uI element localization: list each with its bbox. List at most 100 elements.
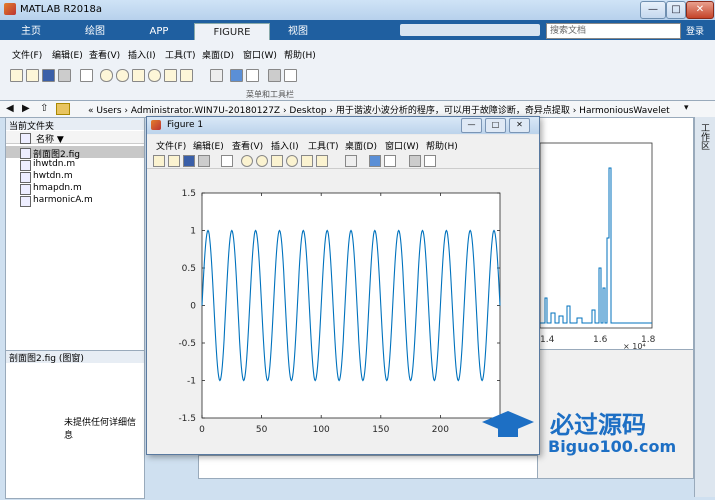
maximize-button[interactable]: □ xyxy=(666,1,686,19)
x-tick-label: 50 xyxy=(256,425,268,435)
menu-tools[interactable]: 工具(T) xyxy=(165,48,196,61)
rotate-icon[interactable] xyxy=(148,69,161,82)
side-tab-workspace[interactable]: 工作区 xyxy=(699,123,709,150)
pointer-icon[interactable] xyxy=(80,69,93,82)
m-file-icon xyxy=(20,172,31,183)
y-tick-label: 0.5 xyxy=(182,264,196,274)
menu-desktop[interactable]: 桌面(D) xyxy=(202,48,234,61)
fig-colorbar-icon[interactable] xyxy=(369,155,381,167)
command-window[interactable] xyxy=(198,455,538,479)
m-file-icon xyxy=(20,184,31,195)
app-title: MATLAB R2018a xyxy=(20,4,103,15)
open-icon[interactable] xyxy=(26,69,39,82)
legend-icon[interactable] xyxy=(246,69,259,82)
data-cursor-icon[interactable] xyxy=(164,69,177,82)
menu-help[interactable]: 帮助(H) xyxy=(284,48,316,61)
fig-pointer-icon[interactable] xyxy=(221,155,233,167)
hide-tools-icon[interactable] xyxy=(268,69,281,82)
fig-brush-icon[interactable] xyxy=(316,155,328,167)
ribbon-group-label: 菜单和工具栏 xyxy=(246,90,294,99)
menu-edit[interactable]: 编辑(E) xyxy=(52,48,83,61)
back-icon[interactable]: ◀ xyxy=(6,103,14,114)
minimize-button[interactable]: — xyxy=(640,1,666,19)
list-item[interactable]: hmapdn.m xyxy=(33,183,82,193)
quick-access-toolbar[interactable] xyxy=(400,24,540,36)
save-icon[interactable] xyxy=(42,69,55,82)
m-file-icon xyxy=(20,160,31,171)
tab-figure[interactable]: FIGURE xyxy=(194,23,270,41)
y-tick-label: 1.5 xyxy=(182,189,196,199)
zoom-out-icon[interactable] xyxy=(116,69,129,82)
fig-data-cursor-icon[interactable] xyxy=(301,155,313,167)
figure-close-button[interactable]: ✕ xyxy=(509,118,530,133)
column-header-name[interactable]: 名称 ▼ xyxy=(36,132,64,145)
fig-save-icon[interactable] xyxy=(183,155,195,167)
menu-insert[interactable]: 插入(I) xyxy=(128,48,156,61)
show-tools-icon[interactable] xyxy=(284,69,297,82)
watermark-text: 必过源码 xyxy=(550,410,646,439)
bg-x-tick: 1.6 xyxy=(593,335,608,345)
fig-legend-icon[interactable] xyxy=(384,155,396,167)
brush-icon[interactable] xyxy=(180,69,193,82)
colorbar-icon[interactable] xyxy=(230,69,243,82)
fig-pan-icon[interactable] xyxy=(271,155,283,167)
tab-view[interactable]: 视图 xyxy=(276,23,320,40)
matlab-logo-icon xyxy=(4,3,16,15)
y-tick-label: -1.5 xyxy=(178,414,196,424)
fig-hide-tools-icon[interactable] xyxy=(409,155,421,167)
background-figure-panel: 1.4 1.6 1.8 × 10⁴ xyxy=(536,117,694,351)
current-path[interactable]: « Users › Administrator.WIN7U-20180127Z … xyxy=(88,103,670,116)
watermark-logo-icon xyxy=(480,409,536,441)
menu-file[interactable]: 文件(F) xyxy=(12,48,42,61)
m-file-icon xyxy=(20,196,31,207)
list-item[interactable]: ihwtdn.m xyxy=(33,159,75,169)
forward-icon[interactable]: ▶ xyxy=(22,103,30,114)
y-tick-label: 0 xyxy=(190,302,196,312)
bg-x-tick: 1.4 xyxy=(540,335,555,345)
fig-file-icon xyxy=(20,148,31,159)
zoom-in-icon[interactable] xyxy=(100,69,113,82)
fig-zoom-out-icon[interactable] xyxy=(256,155,268,167)
browse-folder-icon[interactable] xyxy=(56,103,70,115)
x-tick-label: 150 xyxy=(372,425,389,435)
y-tick-label: -0.5 xyxy=(178,339,196,349)
path-dropdown-icon[interactable]: ▾ xyxy=(684,103,689,113)
new-figure-icon[interactable] xyxy=(10,69,23,82)
x-tick-label: 0 xyxy=(199,425,205,435)
fig-link-icon[interactable] xyxy=(345,155,357,167)
x-tick-label: 200 xyxy=(432,425,449,435)
right-side-bar: 工作区 xyxy=(694,117,715,497)
tab-home[interactable]: 主页 xyxy=(6,23,56,40)
current-folder-panel: 当前文件夹 名称 ▼ 剖面图2.fig ihwtdn.m hwtdn.m hma… xyxy=(5,117,145,499)
fig-new-icon[interactable] xyxy=(153,155,165,167)
fig-open-icon[interactable] xyxy=(168,155,180,167)
search-input[interactable]: 搜索文档 xyxy=(546,23,681,39)
list-item[interactable]: harmonicA.m xyxy=(33,195,93,205)
figure-minimize-button[interactable]: — xyxy=(461,118,482,133)
figure-title-bar: Figure 1 — □ ✕ xyxy=(147,117,539,134)
details-text: 未提供任何详细信息 xyxy=(64,418,137,441)
y-tick-label: -1 xyxy=(187,377,196,387)
figure-maximize-button[interactable]: □ xyxy=(485,118,506,133)
fig-rotate-icon[interactable] xyxy=(286,155,298,167)
fig-zoom-in-icon[interactable] xyxy=(241,155,253,167)
fig-show-tools-icon[interactable] xyxy=(424,155,436,167)
x-tick-label: 100 xyxy=(313,425,330,435)
fig-print-icon[interactable] xyxy=(198,155,210,167)
figure-window[interactable]: Figure 1 — □ ✕ 文件(F) 编辑(E) 查看(V) 插入(I) 工… xyxy=(146,116,540,455)
menu-window[interactable]: 窗口(W) xyxy=(243,48,277,61)
list-item[interactable]: hwtdn.m xyxy=(33,171,73,181)
close-button[interactable]: ✕ xyxy=(686,1,714,19)
tab-apps[interactable]: APP xyxy=(134,23,184,40)
menu-view[interactable]: 查看(V) xyxy=(89,48,120,61)
up-folder-icon[interactable]: ⇧ xyxy=(40,103,48,114)
figure-logo-icon xyxy=(151,120,161,130)
link-icon[interactable] xyxy=(210,69,223,82)
tab-plots[interactable]: 绘图 xyxy=(70,23,120,40)
figure-title: Figure 1 xyxy=(167,120,204,130)
plot-area xyxy=(201,192,501,419)
login-link[interactable]: 登录 xyxy=(686,24,704,37)
print-icon[interactable] xyxy=(58,69,71,82)
file-icon xyxy=(20,133,31,144)
pan-icon[interactable] xyxy=(132,69,145,82)
